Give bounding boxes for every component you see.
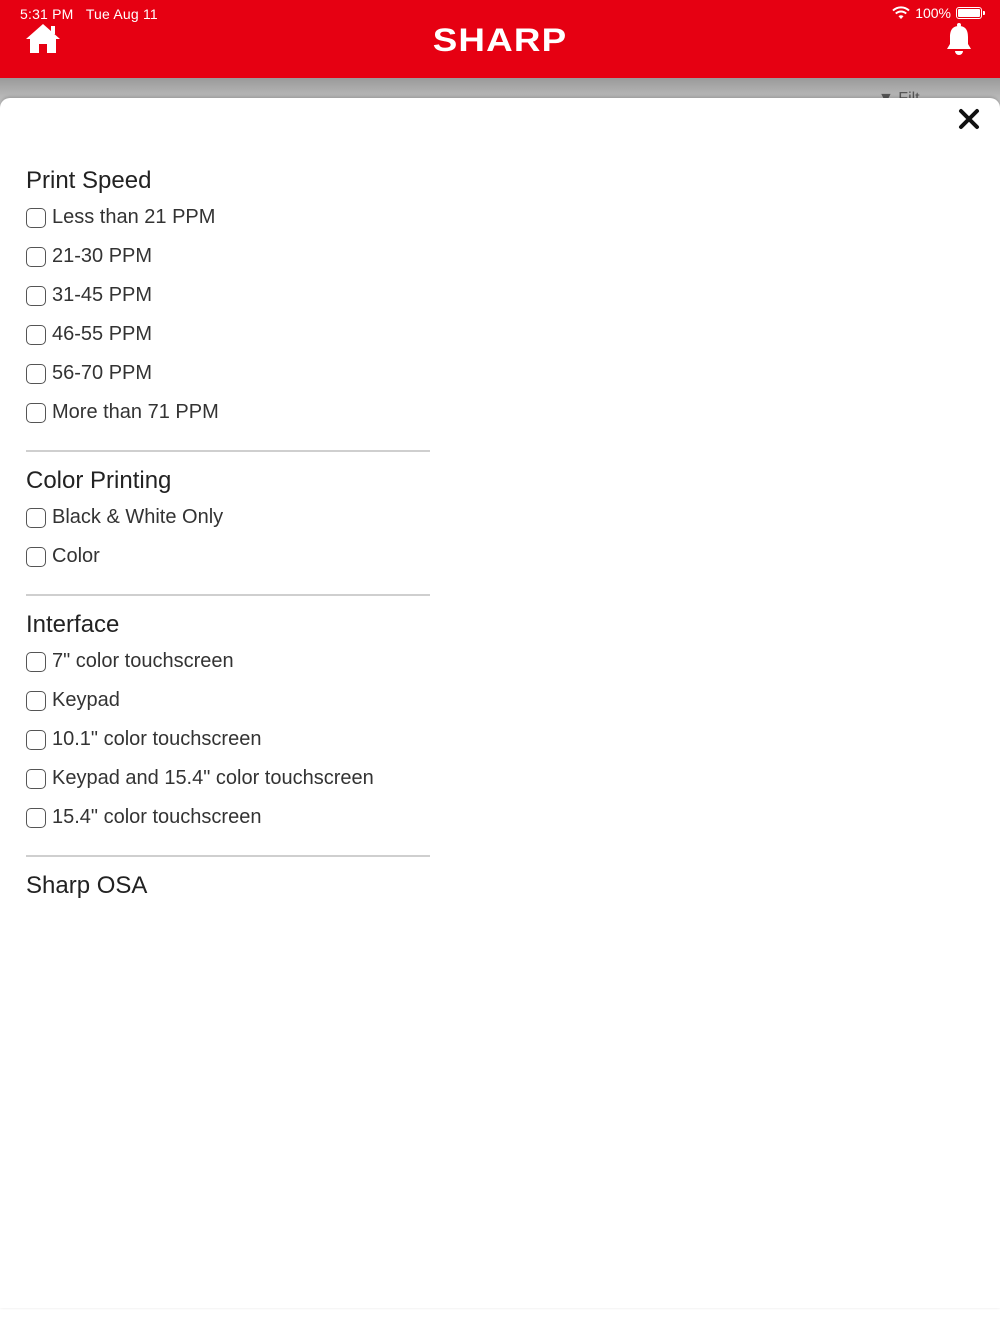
option-label: 10.1" color touchscreen: [52, 728, 262, 750]
filter-group-color-printing: Color Printing Black & White Only Color: [26, 464, 430, 576]
app-header: 5:31 PM Tue Aug 11 100% SHARP: [0, 0, 1000, 78]
checkbox[interactable]: [26, 651, 46, 672]
checkbox[interactable]: [26, 507, 46, 528]
option-label: 7" color touchscreen: [52, 650, 234, 672]
option-label: 31-45 PPM: [52, 284, 153, 306]
bell-icon: [947, 23, 971, 55]
checkbox[interactable]: [26, 690, 46, 711]
filter-sheet: Print Speed Less than 21 PPM 21-30 PPM 3…: [0, 98, 1000, 1308]
checkbox[interactable]: [26, 285, 46, 306]
filter-option[interactable]: 7" color touchscreen: [26, 642, 430, 681]
option-label: Less than 21 PPM: [52, 206, 216, 228]
checkbox[interactable]: [26, 207, 46, 228]
status-time: 5:31 PM: [20, 6, 74, 22]
battery-icon: [956, 7, 985, 19]
divider: [26, 855, 430, 857]
status-date: Tue Aug 11: [85, 6, 158, 22]
checkbox[interactable]: [26, 546, 46, 567]
wifi-icon: [892, 6, 910, 19]
checkbox[interactable]: [26, 807, 46, 828]
option-label: Color: [52, 545, 100, 567]
close-icon: [959, 109, 979, 129]
option-label: Keypad and 15.4" color touchscreen: [52, 767, 374, 789]
notifications-button[interactable]: [944, 22, 974, 56]
filter-group-print-speed: Print Speed Less than 21 PPM 21-30 PPM 3…: [26, 164, 430, 432]
group-title: Print Speed: [26, 167, 152, 194]
checkbox[interactable]: [26, 363, 46, 384]
filter-groups: Print Speed Less than 21 PPM 21-30 PPM 3…: [26, 164, 430, 903]
filter-option[interactable]: 31-45 PPM: [26, 276, 430, 315]
filter-option[interactable]: 21-30 PPM: [26, 237, 430, 276]
status-bar-time: 5:31 PM Tue Aug 11: [20, 6, 158, 22]
checkbox[interactable]: [26, 402, 46, 423]
status-bar-right: 100%: [892, 5, 985, 21]
battery-percent: 100%: [915, 5, 951, 21]
option-label: 56-70 PPM: [52, 362, 153, 384]
checkbox[interactable]: [26, 768, 46, 789]
option-label: Keypad: [52, 689, 120, 711]
filter-option[interactable]: Keypad and 15.4" color touchscreen: [26, 759, 430, 798]
filter-option[interactable]: 10.1" color touchscreen: [26, 720, 430, 759]
filter-group-interface: Interface 7" color touchscreen Keypad 10…: [26, 608, 430, 837]
filter-option[interactable]: 46-55 PPM: [26, 315, 430, 354]
brand-logo: SHARP: [432, 22, 568, 58]
filter-group-sharp-osa[interactable]: Sharp OSA: [26, 869, 430, 903]
checkbox[interactable]: [26, 324, 46, 345]
divider: [26, 450, 430, 452]
option-label: 46-55 PPM: [52, 323, 153, 345]
option-label: More than 71 PPM: [52, 401, 219, 423]
group-title: Color Printing: [26, 467, 172, 494]
filter-option[interactable]: 56-70 PPM: [26, 354, 430, 393]
option-label: 21-30 PPM: [52, 245, 153, 267]
group-title: Sharp OSA: [26, 872, 148, 899]
filter-option[interactable]: Keypad: [26, 681, 430, 720]
close-button[interactable]: [958, 108, 980, 130]
option-label: Black & White Only: [52, 506, 224, 528]
divider: [26, 594, 430, 596]
filter-option[interactable]: Color: [26, 537, 430, 576]
filter-option[interactable]: 15.4" color touchscreen: [26, 798, 430, 837]
filter-option[interactable]: Black & White Only: [26, 498, 430, 537]
checkbox[interactable]: [26, 729, 46, 750]
filter-option[interactable]: More than 71 PPM: [26, 393, 430, 432]
filter-option[interactable]: Less than 21 PPM: [26, 198, 430, 237]
checkbox[interactable]: [26, 246, 46, 267]
group-title: Interface: [26, 611, 120, 638]
option-label: 15.4" color touchscreen: [52, 806, 262, 828]
